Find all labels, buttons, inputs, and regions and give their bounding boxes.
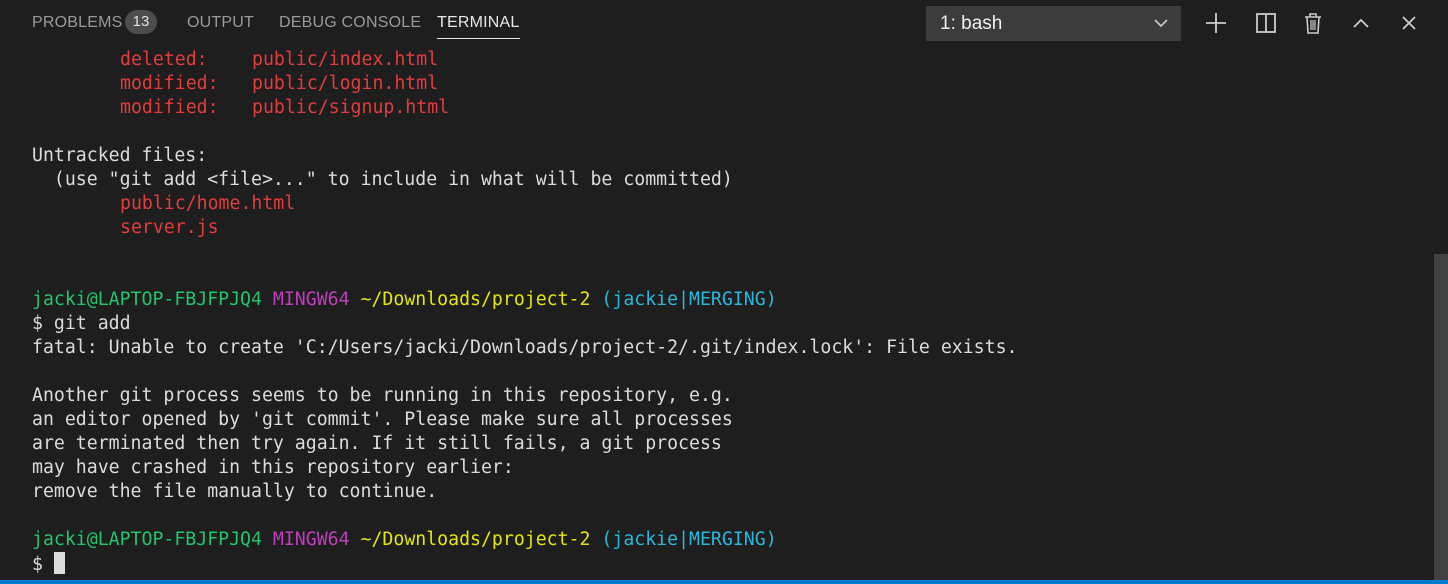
message-line: an editor opened by 'git commit'. Please… xyxy=(32,409,733,430)
prompt-symbol: $ xyxy=(32,554,54,575)
prompt-env: MINGW64 xyxy=(272,529,350,550)
command-line: $ git add xyxy=(32,313,131,334)
status-label: modified: xyxy=(120,97,219,118)
untracked-heading: Untracked files: xyxy=(32,145,208,166)
git-status-line: modified: public/login.html xyxy=(32,72,438,96)
tab-terminal[interactable]: TERMINAL xyxy=(437,0,520,46)
prompt-path: ~/Downloads/project-2 xyxy=(360,289,591,310)
message-line: remove the file manually to continue. xyxy=(32,481,438,502)
untracked-file: server.js xyxy=(120,217,219,238)
git-status-line: deleted: public/index.html xyxy=(32,48,438,72)
prompt-path: ~/Downloads/project-2 xyxy=(360,529,591,550)
terminal-output[interactable]: deleted: public/index.html modified: publi… xyxy=(0,46,1434,580)
file-path: public/signup.html xyxy=(252,97,450,118)
terminal-scrollbar[interactable] xyxy=(1434,254,1448,580)
status-label: modified: xyxy=(120,73,219,94)
tab-output[interactable]: OUTPUT xyxy=(187,0,254,46)
tab-debug-console[interactable]: DEBUG CONSOLE xyxy=(279,0,421,46)
close-icon[interactable] xyxy=(1394,8,1424,38)
terminal-panel: PROBLEMS 13 OUTPUT DEBUG CONSOLE TERMINA… xyxy=(0,0,1448,584)
input-line[interactable]: $ xyxy=(32,552,65,576)
split-icon[interactable] xyxy=(1251,8,1281,38)
text-cursor xyxy=(53,552,65,574)
problems-count-badge: 13 xyxy=(125,10,157,34)
shell-prompt: jacki@LAPTOP-FBJFPJQ4 MINGW64 ~/Download… xyxy=(32,288,777,312)
message-line: may have crashed in this repository earl… xyxy=(32,457,514,478)
message-line: Another git process seems to be running … xyxy=(32,385,733,406)
prompt-user: jacki@LAPTOP-FBJFPJQ4 xyxy=(32,289,262,310)
chevron-down-icon xyxy=(1153,6,1169,41)
error-line: fatal: Unable to create 'C:/Users/jacki/… xyxy=(32,337,1018,358)
file-path: public/login.html xyxy=(252,73,439,94)
prompt-branch: (jackie|MERGING) xyxy=(601,289,777,310)
untracked-file: public/home.html xyxy=(120,193,296,214)
tab-problems[interactable]: PROBLEMS xyxy=(32,0,123,46)
status-bar-edge xyxy=(0,580,1448,584)
message-line: are terminated then try again. If it sti… xyxy=(32,433,722,454)
terminal-select[interactable]: 1: bash xyxy=(926,6,1181,41)
shell-prompt: jacki@LAPTOP-FBJFPJQ4 MINGW64 ~/Download… xyxy=(32,528,777,552)
status-label: deleted: xyxy=(120,49,208,70)
prompt-env: MINGW64 xyxy=(272,289,350,310)
terminal-select-value: 1: bash xyxy=(940,13,1003,34)
untracked-hint: (use "git add <file>..." to include in w… xyxy=(32,169,733,190)
plus-icon[interactable] xyxy=(1201,8,1231,38)
prompt-user: jacki@LAPTOP-FBJFPJQ4 xyxy=(32,529,262,550)
prompt-branch: (jackie|MERGING) xyxy=(601,529,777,550)
file-path: public/index.html xyxy=(252,49,439,70)
chevron-up-icon[interactable] xyxy=(1346,8,1376,38)
trash-icon[interactable] xyxy=(1298,8,1328,38)
panel-header: PROBLEMS 13 OUTPUT DEBUG CONSOLE TERMINA… xyxy=(0,0,1448,46)
git-status-line: modified: public/signup.html xyxy=(32,96,449,120)
